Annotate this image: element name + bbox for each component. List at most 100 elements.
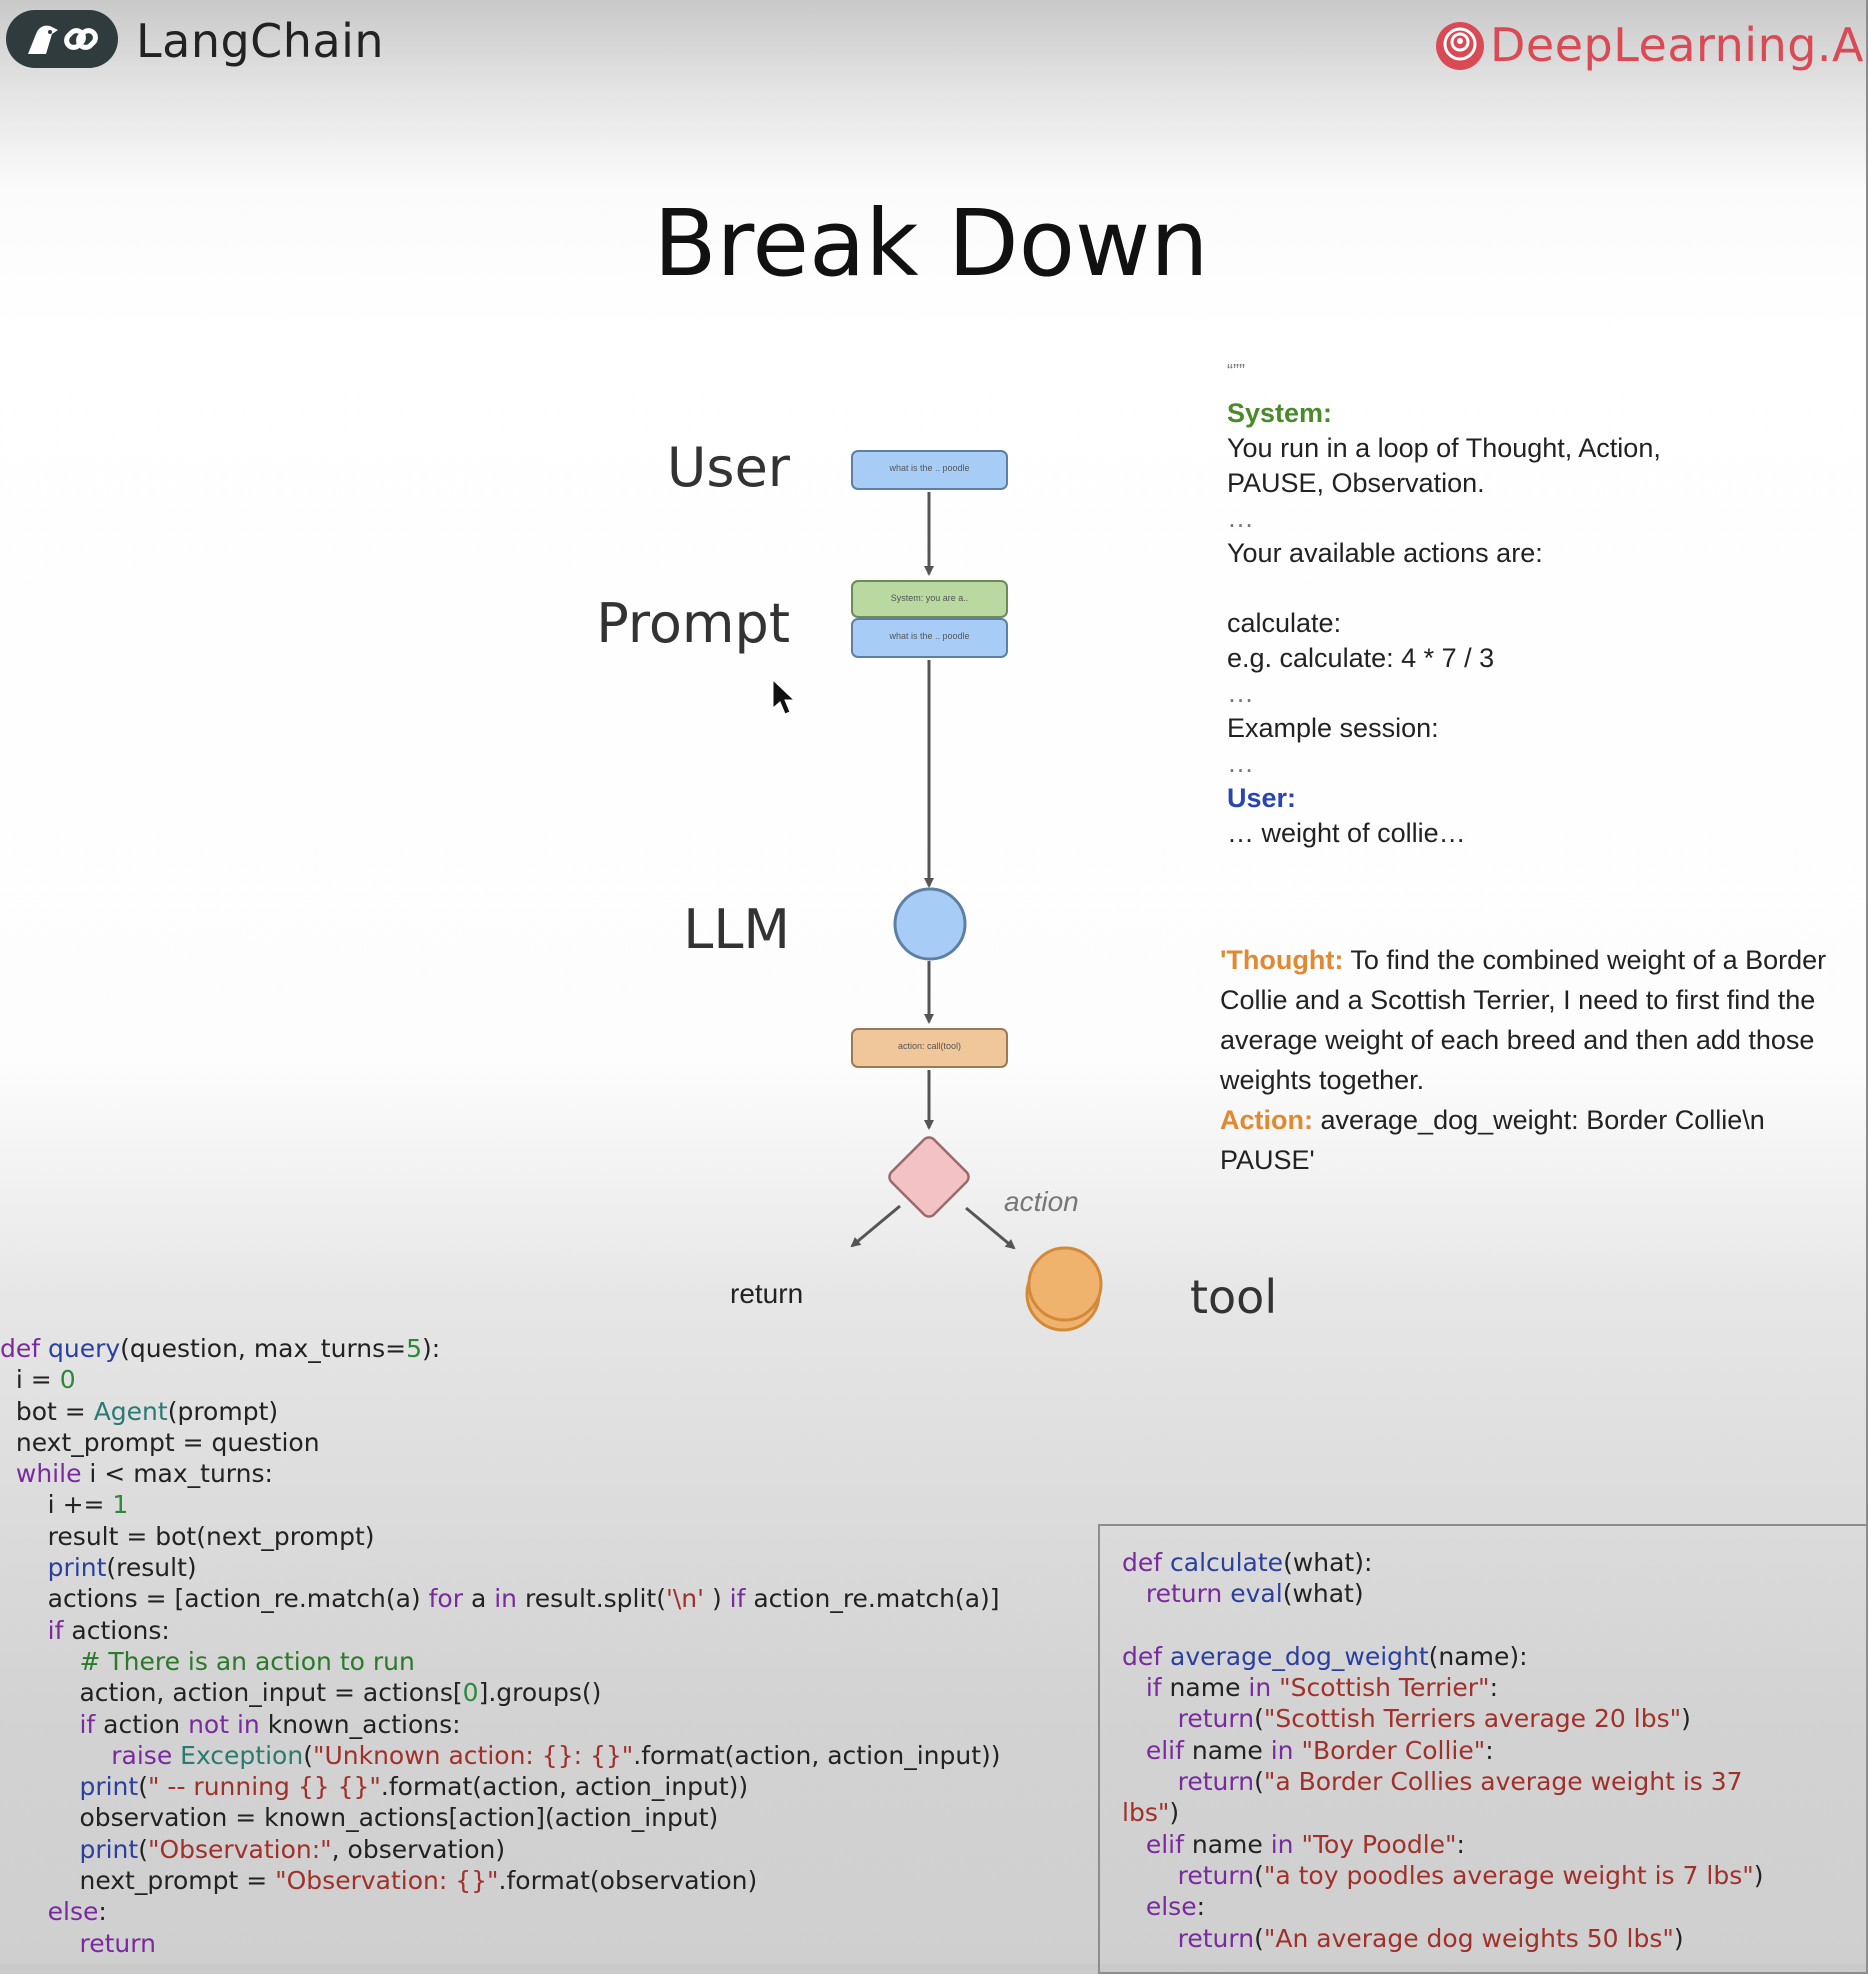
code-token: action, action_input = actions[ xyxy=(0,1678,463,1708)
code-token: i = xyxy=(0,1365,60,1395)
code-token: i += xyxy=(0,1490,113,1520)
code-token: (name): xyxy=(1428,1641,1528,1671)
code-token: action xyxy=(103,1709,189,1739)
code-token: ( xyxy=(1254,1704,1264,1734)
code-token: eval xyxy=(1230,1579,1283,1609)
code-token: "a toy poodles average weight is 7 lbs" xyxy=(1263,1860,1754,1890)
code-token: ( xyxy=(303,1740,313,1770)
code-token: "Observation:" xyxy=(147,1834,332,1864)
code-token: .format(action, action_input)) xyxy=(380,1772,749,1802)
code-token: result.split( xyxy=(524,1584,666,1614)
mouse-cursor-icon xyxy=(772,678,796,715)
code-token: in xyxy=(1248,1673,1280,1703)
action-call-box: action: call(tool) xyxy=(851,1028,1008,1068)
code-token: Agent xyxy=(93,1396,168,1426)
code-token: (what) xyxy=(1282,1579,1364,1609)
code-line: elif name in "Border Collie": xyxy=(1122,1735,1763,1766)
code-line: action, action_input = actions[0].groups… xyxy=(0,1677,1001,1708)
code-token: ( xyxy=(1254,1767,1264,1797)
code-line: lbs") xyxy=(1122,1797,1763,1828)
code-token: "Observation: {}" xyxy=(275,1866,499,1896)
code-token: (prompt) xyxy=(167,1396,279,1426)
code-token: while xyxy=(0,1459,90,1489)
code-token: .format(observation) xyxy=(498,1866,758,1896)
code-token: : xyxy=(1489,1673,1498,1703)
code-token: if xyxy=(1122,1673,1170,1703)
code-token: return xyxy=(1122,1579,1231,1609)
code-token: Exception xyxy=(180,1740,304,1770)
code-token: "An average dog weights 50 lbs" xyxy=(1263,1923,1674,1953)
code-token: "Unknown action: {}: {}" xyxy=(312,1740,634,1770)
code-line: print(result) xyxy=(0,1552,1001,1583)
code-token: action_re.match(a)] xyxy=(753,1584,1000,1614)
code-line: while i < max_turns: xyxy=(0,1458,1001,1489)
user-label: User: xyxy=(1227,783,1297,813)
code-token: in xyxy=(1270,1829,1302,1859)
code-token: next_prompt = question xyxy=(0,1427,320,1457)
code-token: " -- running {} {}" xyxy=(147,1772,381,1802)
code-token: calculate xyxy=(1170,1548,1284,1577)
system-message-box: System: you are a.. xyxy=(851,580,1008,618)
tool-node xyxy=(1025,1246,1103,1332)
code-line: next_prompt = "Observation: {}".format(o… xyxy=(0,1865,1001,1896)
thought-action-example: 'Thought: To find the combined weight of… xyxy=(1220,940,1840,1180)
code-token: ( xyxy=(1254,1923,1264,1953)
code-token: "Border Collie" xyxy=(1301,1735,1486,1765)
code-token: (result) xyxy=(106,1553,197,1583)
code-token: raise xyxy=(0,1740,181,1770)
code-token: ) xyxy=(704,1584,730,1614)
code-token: next_prompt = xyxy=(0,1866,276,1896)
code-token: for xyxy=(428,1584,471,1614)
prompt-line-5: e.g. calculate: 4 * 7 / 3 xyxy=(1227,643,1495,673)
thought-label: 'Thought: xyxy=(1220,945,1344,975)
code-token: def xyxy=(1122,1548,1170,1577)
code-token: actions: xyxy=(71,1615,170,1645)
code-line: i = 0 xyxy=(0,1364,1001,1395)
code-token: def xyxy=(1122,1641,1170,1671)
system-prompt-excerpt: “”” System: You run in a loop of Thought… xyxy=(1227,362,1661,851)
code-token: if xyxy=(0,1615,72,1645)
code-line: actions = [action_re.match(a) for a in r… xyxy=(0,1583,1001,1614)
system-label: System: xyxy=(1227,398,1333,428)
code-token: average_dog_weight xyxy=(1170,1641,1429,1671)
prompt-line-7: … weight of collie… xyxy=(1227,818,1466,848)
code-line: i += 1 xyxy=(0,1489,1001,1520)
code-token: i < max_turns: xyxy=(89,1459,273,1489)
quotes: “”” xyxy=(1227,361,1245,381)
code-token: name xyxy=(1191,1829,1271,1859)
code-line: # There is an action to run xyxy=(0,1646,1001,1677)
code-line: print("Observation:", observation) xyxy=(0,1834,1001,1865)
code-token: return xyxy=(1122,1923,1255,1953)
code-token: ) xyxy=(1681,1704,1691,1734)
code-token: ( xyxy=(138,1834,148,1864)
code-line: print(" -- running {} {}".format(action,… xyxy=(0,1771,1001,1802)
code-line: result = bot(next_prompt) xyxy=(0,1521,1001,1552)
code-token: ) xyxy=(1169,1798,1180,1828)
code-token: 0 xyxy=(59,1365,76,1395)
label-user: User xyxy=(666,436,790,499)
ellipsis: … xyxy=(1227,678,1254,708)
code-token: bot = xyxy=(0,1396,94,1426)
code-token: return xyxy=(0,1928,156,1958)
tools-function-code: def calculate(what): return eval(what) d… xyxy=(1122,1547,1763,1954)
ellipsis: … xyxy=(1227,748,1254,778)
code-token: a xyxy=(470,1584,495,1614)
label-llm: LLM xyxy=(683,898,790,961)
code-line: raise Exception("Unknown action: {}: {}"… xyxy=(0,1740,1000,1771)
code-token: ].groups() xyxy=(478,1678,602,1708)
query-function-code: def query(question, max_turns=5): i = 0 … xyxy=(0,1333,1001,1959)
code-token: (what): xyxy=(1283,1548,1373,1577)
code-token: in xyxy=(1270,1735,1302,1765)
code-token: '\n' xyxy=(665,1584,704,1614)
code-token: ): xyxy=(422,1334,441,1363)
code-token: print xyxy=(0,1553,107,1583)
code-token: 5 xyxy=(406,1334,423,1363)
code-token: : xyxy=(98,1897,107,1927)
code-token: def xyxy=(0,1334,48,1363)
action-label: Action: xyxy=(1220,1105,1313,1135)
code-token: elif xyxy=(1122,1829,1192,1859)
code-token: "Scottish Terriers average 20 lbs" xyxy=(1263,1704,1682,1734)
code-token: ) xyxy=(1673,1923,1684,1953)
code-token: if xyxy=(729,1584,754,1614)
